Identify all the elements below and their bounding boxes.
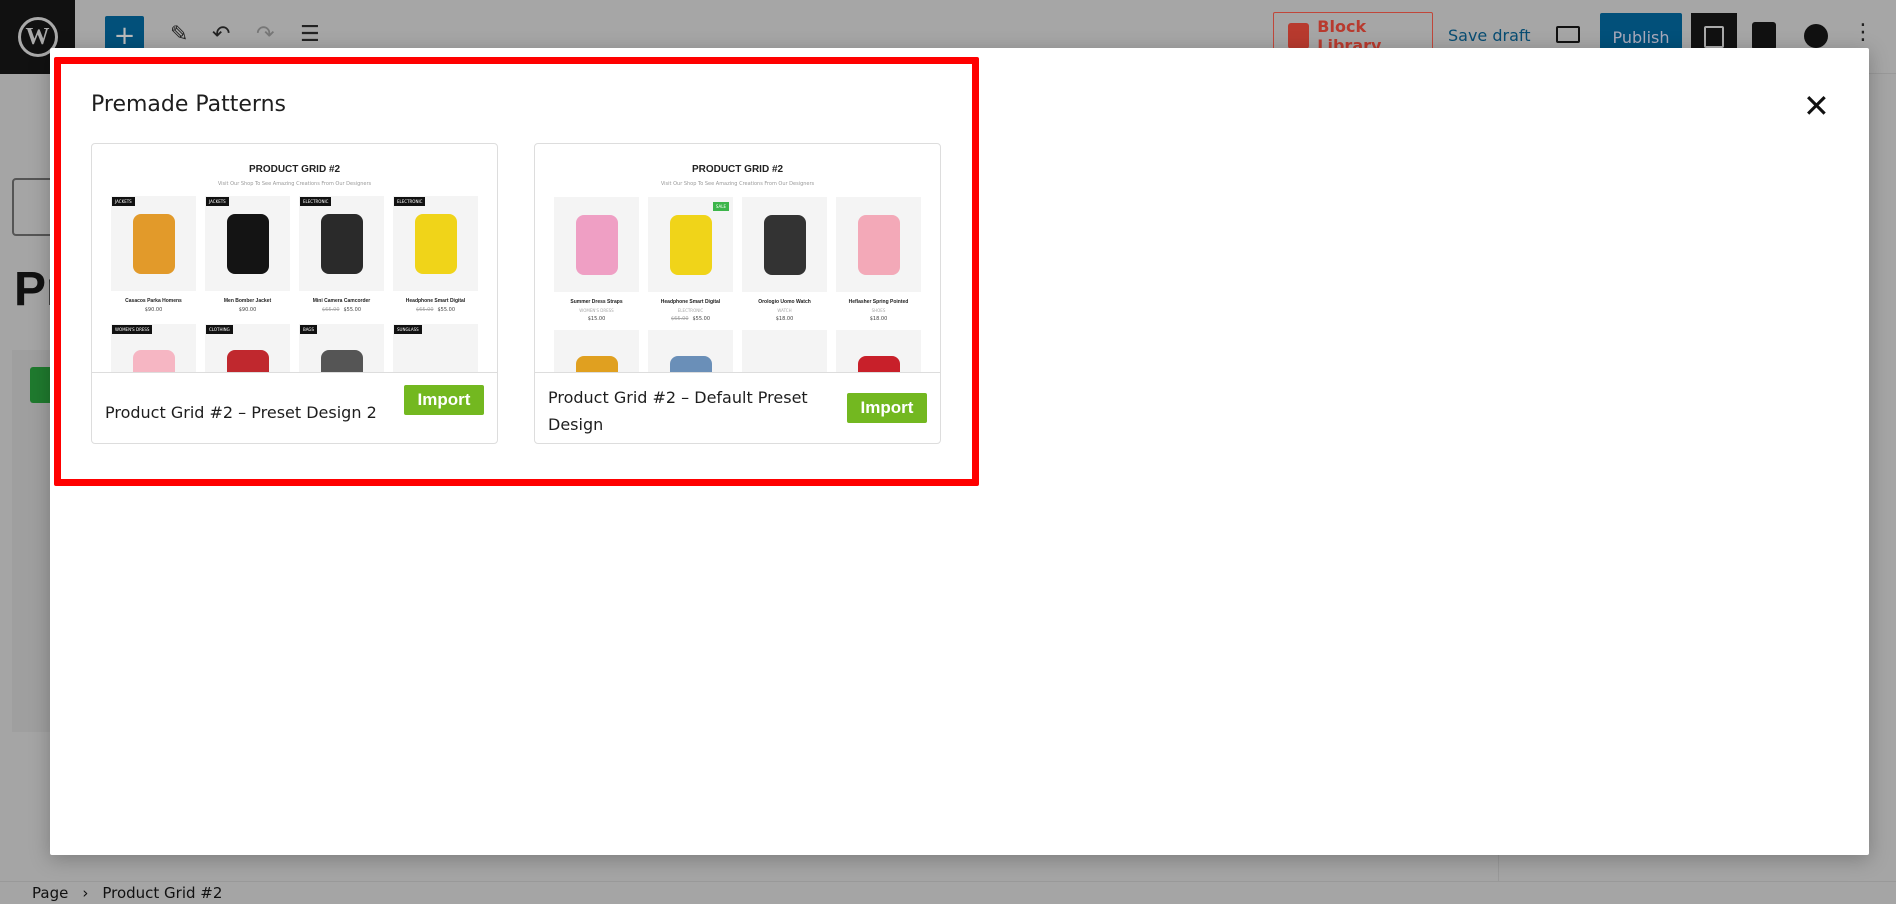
save-draft-button[interactable]: Save draft [1448, 26, 1531, 45]
list-view-icon[interactable]: ☰ [300, 22, 320, 47]
desktop-preview-icon[interactable] [1556, 26, 1580, 43]
shopping-bag-icon [1288, 23, 1310, 49]
sidebar-icon [1704, 26, 1724, 48]
redo-icon[interactable]: ↷ [256, 22, 274, 47]
chevron-right-icon: › [82, 884, 89, 902]
breadcrumb: Page › Product Grid #2 [0, 881, 1896, 904]
breadcrumb-current[interactable]: Product Grid #2 [102, 884, 222, 902]
pencil-tool-icon[interactable]: ✎ [170, 22, 188, 47]
close-icon[interactable]: ✕ [1803, 90, 1830, 122]
woo-bag-icon[interactable] [1752, 22, 1776, 50]
more-options-icon[interactable]: ⋮ [1852, 20, 1874, 45]
highlight-box [54, 57, 979, 486]
undo-icon[interactable]: ↶ [212, 22, 230, 47]
breadcrumb-page[interactable]: Page [32, 884, 68, 902]
plugin-circle-icon[interactable] [1804, 24, 1828, 48]
